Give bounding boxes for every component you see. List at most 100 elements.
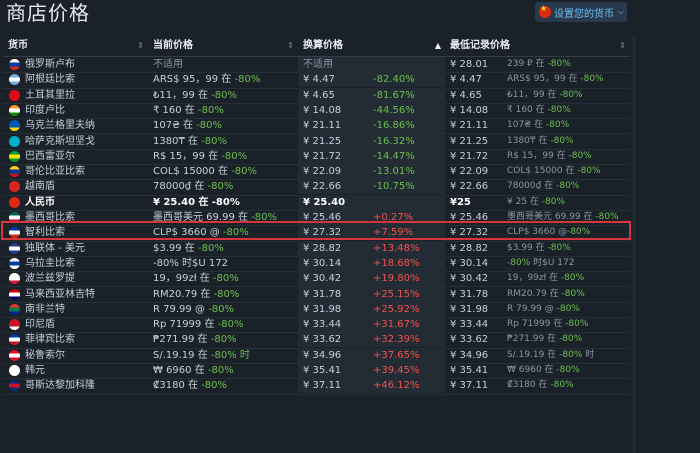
currency-name-cell: 菲律宾比索: [3, 332, 148, 347]
price-difference-cell: +32.39%: [368, 332, 445, 348]
discount-label: -80%: [547, 104, 571, 115]
price-difference-cell: -81.67%: [368, 87, 445, 103]
lowest-price-cell: ₱271.99 在 -80%: [507, 334, 583, 345]
current-price-cell: ₡3180 在 -80%: [153, 380, 228, 392]
converted-price-cell: ¥ 22.66: [298, 179, 368, 195]
header-converted-price[interactable]: 换算价格 ▲: [298, 36, 445, 56]
set-currency-button[interactable]: 设置您的货币 ⌵: [535, 2, 627, 22]
lowest-price-cell: Rp 71999 在 -80%: [507, 319, 589, 330]
currency-name-cell: 阿根廷比索: [3, 72, 148, 87]
price-difference-cell: +19.80%: [368, 271, 445, 287]
price-difference-cell: -16.32%: [368, 133, 445, 149]
lowest-price-cell: R 79.99 @ -80%: [507, 303, 580, 314]
country-flag-icon: [9, 227, 20, 239]
country-flag-icon: [9, 89, 20, 101]
discount-label: -80%: [541, 196, 566, 207]
discount-label: -80%: [547, 59, 571, 69]
lowest-price-cell: 1380₸ 在 -80%: [507, 135, 574, 146]
converted-price-cell: ¥ 28.82: [298, 240, 368, 256]
country-flag-icon: [9, 104, 20, 116]
price-difference-cell: +0.27%: [368, 210, 445, 225]
lowest-price-cell: 墨西哥美元 69.99 在 -80%: [507, 212, 619, 222]
table-row: 印度卢比 ₹ 160 在 -80% ¥ 14.08 -44.56% ¥ 14.08 ₹ 1…: [3, 102, 630, 120]
country-flag-icon: [9, 181, 20, 193]
sort-icon[interactable]: ⇕: [137, 36, 144, 56]
currency-name-cell: 秘鲁索尔: [3, 348, 148, 363]
currency-name-cell: 韩元: [3, 363, 148, 378]
lowest-price-cell: $3.99 在 -80%: [507, 242, 571, 253]
sort-ascending-icon[interactable]: ▲: [435, 36, 441, 56]
sort-icon[interactable]: ⇕: [619, 36, 626, 56]
lowest-converted-cell: ¥ 21.72: [450, 150, 489, 162]
converted-price-cell: 不适用: [298, 57, 368, 72]
discount-label: -80%: [560, 273, 585, 284]
current-price-cell: 墨西哥美元 69.99 在 -80%: [153, 212, 278, 223]
currency-name-cell: 印度卢比: [3, 103, 148, 118]
page-title: 商店价格: [6, 1, 90, 25]
lowest-converted-cell: ¥ 21.25: [450, 135, 489, 147]
lowest-converted-cell: ¥ 33.62: [450, 334, 489, 346]
price-difference-cell: [368, 194, 445, 210]
lowest-converted-cell: ¥ 4.65: [450, 89, 482, 101]
discount-label: -80%: [556, 181, 580, 192]
country-flag-icon: [9, 319, 20, 331]
lowest-price-cell: RM20.79 在 -80%: [507, 288, 585, 299]
table-row: 南非兰特 R 79.99 @ -80% ¥ 31.98 +25.92% ¥ 31.98 R…: [3, 301, 630, 319]
price-difference-cell: +39.45%: [368, 363, 445, 378]
table-row: 哥斯达黎加科隆 ₡3180 在 -80% ¥ 37.11 +46.12% ¥ 37.11…: [3, 378, 630, 395]
country-flag-icon: [9, 349, 20, 361]
currency-name-cell: 乌拉圭比索: [3, 256, 148, 271]
lowest-price-cell: -80% 时$U 172: [507, 257, 575, 268]
converted-price-cell: ¥ 4.47: [298, 72, 368, 88]
scrollbar[interactable]: [632, 36, 636, 453]
lowest-converted-cell: ¥ 25.46: [450, 212, 489, 223]
sort-icon[interactable]: ⇕: [287, 36, 294, 56]
lowest-price-cell: 107₴ 在 -80%: [507, 120, 570, 131]
price-difference-cell: -14.47%: [368, 148, 445, 164]
header-lowest-price[interactable]: 最低记录价格 ⇕: [445, 36, 630, 56]
currency-name-cell: 哥伦比亚比索: [3, 164, 148, 179]
lowest-converted-cell: ¥ 28.82: [450, 242, 489, 254]
lowest-converted-cell: ¥ 30.42: [450, 273, 489, 285]
header-currency[interactable]: 货币 ⇕: [3, 36, 148, 56]
discount-label: -80%: [545, 120, 570, 131]
currency-name-cell: 墨西哥比索: [3, 210, 148, 225]
current-price-cell: COL$ 15000 在 -80%: [153, 166, 257, 178]
discount-label: -80%: [567, 227, 591, 238]
lowest-converted-cell: ¥ 37.11: [450, 380, 489, 392]
chevron-down-icon: ⌵: [618, 7, 625, 16]
lowest-converted-cell: ¥ 4.47: [450, 74, 482, 86]
header-current-price[interactable]: 当前价格 ⇕: [148, 36, 298, 56]
converted-price-cell: ¥ 37.11: [298, 378, 368, 394]
country-flag-icon: [9, 150, 20, 162]
table-row: 乌克兰格里夫纳 107₴ 在 -80% ¥ 21.11 -16.86% ¥ 21.11 1…: [3, 118, 630, 135]
price-difference-cell: +13.48%: [368, 240, 445, 256]
discount-label: -80%: [568, 150, 592, 161]
price-difference-cell: +31.67%: [368, 317, 445, 333]
country-flag-icon: [9, 196, 20, 208]
table-row: 阿根廷比索 ARS$ 95，99 在 -80% ¥ 4.47 -82.40% ¥ 4.4…: [3, 72, 630, 89]
discount-label: -80%: [550, 380, 574, 391]
converted-price-cell: ¥ 25.40: [298, 194, 368, 210]
currency-name-cell: 哥斯达黎加科隆: [3, 378, 148, 393]
table-row: 巴西雷亚尔 R$ 15，99 在 -80% ¥ 21.72 -14.47% ¥ 21.7…: [3, 148, 630, 166]
country-flag-icon: [9, 120, 20, 132]
discount-label: -80%: [577, 166, 601, 177]
table-row: 智利比索 CLP$ 3660 @ -80% ¥ 27.32 +7.59% ¥ 27.32…: [3, 225, 630, 242]
table-row: 韩元 ₩ 6960 在 -80% ¥ 35.41 +39.45% ¥ 35.41 ₩ 69…: [3, 363, 630, 380]
converted-price-cell: ¥ 33.62: [298, 332, 368, 348]
country-flag-icon: [9, 303, 20, 315]
country-flag-icon: [9, 257, 20, 269]
lowest-price-cell: ₺11，99 在 -80%: [507, 89, 583, 100]
country-flag-icon: [9, 135, 20, 147]
converted-price-cell: ¥ 30.42: [298, 271, 368, 287]
price-difference-cell: -16.86%: [368, 118, 445, 134]
price-difference-cell: +37.65%: [368, 347, 445, 363]
price-difference-cell: -10.75%: [368, 179, 445, 195]
table-row: 越南盾 78000₫ 在 -80% ¥ 22.66 -10.75% ¥ 22.66 780…: [3, 179, 630, 196]
current-price-cell: ₱271.99 在 -80%: [153, 334, 237, 346]
converted-price-cell: ¥ 34.96: [298, 347, 368, 363]
current-price-cell: ¥ 25.40 在 -80%: [153, 196, 240, 208]
lowest-price-cell: ¥ 25 在 -80%: [507, 196, 566, 207]
table-row: 哥伦比亚比索 COL$ 15000 在 -80% ¥ 22.09 -13.01% ¥ 2…: [3, 164, 630, 181]
